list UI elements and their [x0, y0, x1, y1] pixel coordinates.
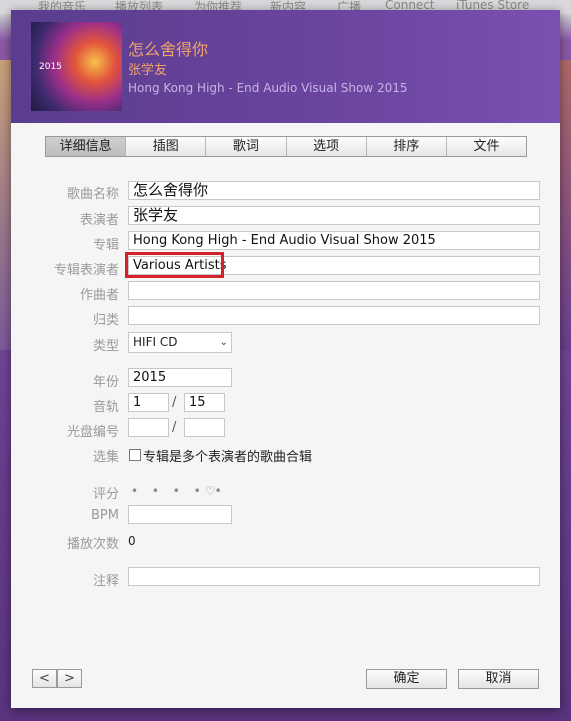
header-song-title: 怎么舍得你 [128, 40, 209, 59]
song-name-field[interactable]: 怎么舍得你 [128, 181, 540, 200]
tab-sorting[interactable]: 排序 [367, 137, 447, 156]
track-number-field[interactable]: 1 [128, 393, 169, 412]
grouping-label: 归类 [92, 313, 119, 328]
cover-year: 2015 [39, 62, 62, 72]
disc-separator: / [172, 420, 177, 435]
comments-field[interactable] [128, 567, 540, 586]
track-separator: / [172, 395, 177, 410]
compilation-checkbox[interactable] [129, 449, 141, 461]
bpm-label: BPM [91, 508, 119, 523]
year-label: 年份 [92, 375, 119, 390]
genre-value: HIFI CD [133, 335, 178, 349]
header-artist: 张学友 [128, 63, 168, 78]
artist-label: 表演者 [79, 213, 119, 228]
song-info-dialog: 2015 怎么舍得你 张学友 Hong Kong High - End Audi… [11, 10, 560, 708]
tab-details[interactable]: 详细信息 [46, 137, 127, 156]
play-count-label: 播放次数 [66, 537, 119, 552]
track-total-field[interactable]: 15 [184, 393, 225, 412]
song-name-label: 歌曲名称 [66, 187, 119, 202]
dialog-header: 2015 怎么舍得你 张学友 Hong Kong High - End Audi… [11, 10, 560, 123]
genre-select[interactable]: HIFI CD ⌄ [128, 332, 232, 353]
genre-label: 类型 [92, 339, 119, 354]
year-field[interactable]: 2015 [128, 368, 232, 387]
cancel-button[interactable]: 取消 [458, 669, 539, 689]
compilation-label: 选集 [92, 450, 119, 465]
ok-button[interactable]: 确定 [366, 669, 447, 689]
previous-button[interactable]: < [32, 669, 57, 688]
chevron-down-icon: ⌄ [219, 337, 228, 348]
next-button[interactable]: > [57, 669, 82, 688]
tab-lyrics[interactable]: 歌词 [206, 137, 287, 156]
disc-label: 光盘编号 [66, 425, 119, 440]
highlight-box [125, 252, 224, 278]
album-label: 专辑 [92, 238, 119, 253]
tab-artwork[interactable]: 插图 [126, 137, 207, 156]
comments-label: 注释 [92, 574, 119, 589]
compilation-checkbox-label[interactable]: 专辑是多个表演者的歌曲合辑 [143, 446, 312, 465]
grouping-field[interactable] [128, 306, 540, 325]
tab-options[interactable]: 选项 [287, 137, 367, 156]
album-artist-label: 专辑表演者 [53, 263, 119, 278]
tab-file[interactable]: 文件 [447, 137, 526, 156]
composer-field[interactable] [128, 281, 540, 300]
heart-icon[interactable]: ♡ [205, 484, 216, 498]
header-album: Hong Kong High - End Audio Visual Show 2… [128, 81, 408, 95]
disc-number-field[interactable] [128, 418, 169, 437]
album-cover: 2015 [31, 22, 122, 111]
composer-label: 作曲者 [79, 288, 119, 303]
background-right-edge [559, 60, 571, 350]
album-field[interactable]: Hong Kong High - End Audio Visual Show 2… [128, 231, 540, 250]
bpm-field[interactable] [128, 505, 232, 524]
artist-field[interactable]: 张学友 [128, 206, 540, 225]
play-count-value: 0 [128, 534, 136, 548]
rating-label: 评分 [92, 487, 119, 502]
tab-bar: 详细信息 插图 歌词 选项 排序 文件 [45, 136, 527, 157]
disc-total-field[interactable] [184, 418, 225, 437]
track-label: 音轨 [92, 400, 119, 415]
